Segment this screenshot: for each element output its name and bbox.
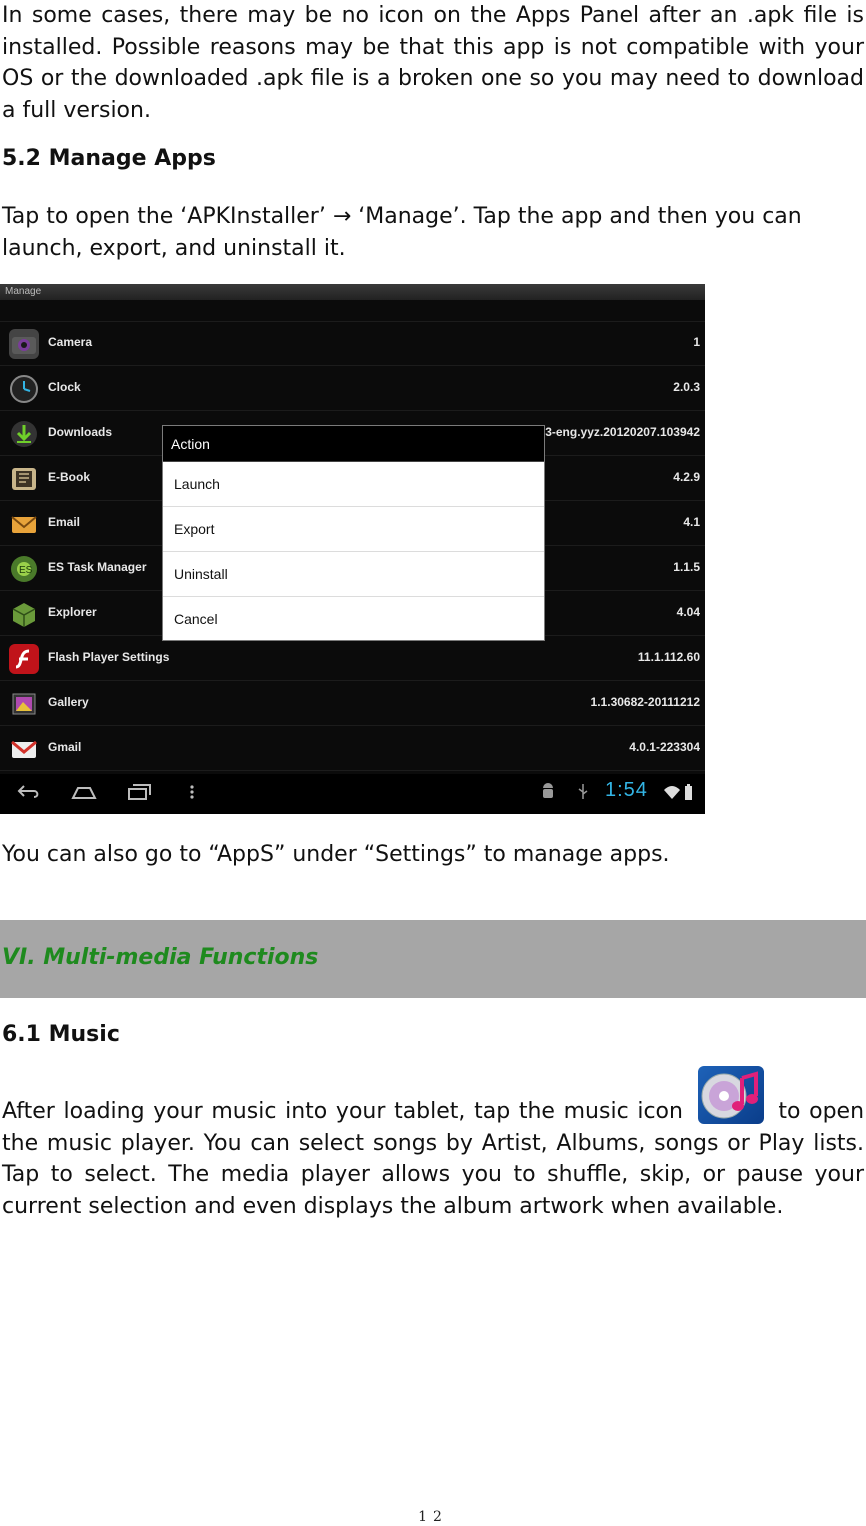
app-version: 4.0.1-223304 — [629, 740, 700, 754]
app-name: Flash Player Settings — [48, 650, 170, 664]
uninstall-button[interactable]: Uninstall — [163, 552, 544, 597]
wifi-icon — [663, 782, 681, 808]
section-title-multimedia: VI. Multi-media Functions — [2, 945, 319, 970]
export-button[interactable]: Export — [163, 507, 544, 552]
menu-icon[interactable] — [188, 782, 196, 808]
app-version: 1.1.5 — [673, 560, 700, 574]
app-version: 4.0.3-eng.yyz.20120207.103942 — [525, 425, 700, 439]
page-number: 12 — [418, 1509, 448, 1525]
section-heading-music: 6.1 Music — [2, 1022, 120, 1047]
manage-apps-screenshot: Manage Camera 1 Clock 2.0.3 Downloads 4.… — [0, 284, 705, 814]
app-name: Downloads — [48, 425, 113, 439]
app-version: 1 — [693, 335, 700, 349]
recent-apps-icon[interactable] — [126, 782, 152, 808]
launch-button[interactable]: Launch — [163, 462, 544, 507]
app-row-clock[interactable]: Clock 2.0.3 — [0, 367, 705, 411]
status-clock: 1:54 — [605, 779, 648, 801]
app-version: 4.04 — [676, 605, 700, 619]
music-icon — [697, 1066, 764, 1124]
app-version: 4.1 — [683, 515, 700, 529]
app-name: Clock — [48, 380, 81, 394]
cancel-button[interactable]: Cancel — [163, 597, 544, 642]
action-dialog: Action Launch Export Uninstall Cancel — [162, 425, 545, 641]
task-manager-icon: ES — [9, 554, 39, 584]
explorer-icon — [9, 599, 39, 629]
app-version: 2.0.3 — [673, 380, 700, 394]
system-navigation-bar: 1:54 — [0, 774, 705, 814]
book-icon — [9, 464, 39, 494]
battery-icon — [683, 782, 693, 808]
gallery-icon — [9, 689, 39, 719]
app-name: ES Task Manager — [48, 560, 147, 574]
dialog-title: Action — [163, 426, 544, 462]
app-row-partial — [0, 300, 705, 322]
email-icon — [9, 509, 39, 539]
app-row-flash-player-settings[interactable]: Flash Player Settings 11.1.112.60 — [0, 637, 705, 681]
app-row-gmail[interactable]: Gmail 4.0.1-223304 — [0, 727, 705, 771]
app-name: E-Book — [48, 470, 90, 484]
music-text-before-icon: After loading your music into your table… — [2, 1099, 683, 1124]
app-name: Gallery — [48, 695, 89, 709]
gmail-icon — [9, 734, 39, 764]
camera-icon — [9, 329, 39, 359]
usb-icon — [576, 782, 590, 808]
music-paragraph: After loading your music into your table… — [2, 1066, 864, 1222]
intro-paragraph: In some cases, there may be no icon on t… — [2, 3, 864, 123]
download-icon — [9, 419, 39, 449]
screenshot-title-bar: Manage — [0, 284, 705, 300]
app-name: Email — [48, 515, 81, 529]
back-icon[interactable] — [16, 782, 42, 808]
app-version: 4.2.9 — [673, 470, 700, 484]
app-row-gallery[interactable]: Gallery 1.1.30682-20111212 — [0, 682, 705, 726]
clock-icon — [9, 374, 39, 404]
settings-note: You can also go to “AppS” under “Setting… — [2, 842, 670, 867]
section-heading-manage-apps: 5.2 Manage Apps — [2, 146, 216, 171]
app-row-camera[interactable]: Camera 1 — [0, 322, 705, 366]
home-icon[interactable] — [70, 782, 98, 808]
app-version: 1.1.30682-20111212 — [590, 695, 700, 709]
svg-text:ES: ES — [19, 565, 33, 576]
android-debug-icon — [540, 782, 556, 808]
app-name: Gmail — [48, 740, 82, 754]
app-name: Camera — [48, 335, 93, 349]
section-band: VI. Multi-media Functions — [0, 920, 866, 998]
flash-icon — [9, 644, 39, 674]
app-version: 11.1.112.60 — [637, 650, 700, 664]
app-name: Explorer — [48, 605, 97, 619]
manage-apps-instructions: Tap to open the ‘APKInstaller’ → ‘Manage… — [2, 204, 802, 261]
